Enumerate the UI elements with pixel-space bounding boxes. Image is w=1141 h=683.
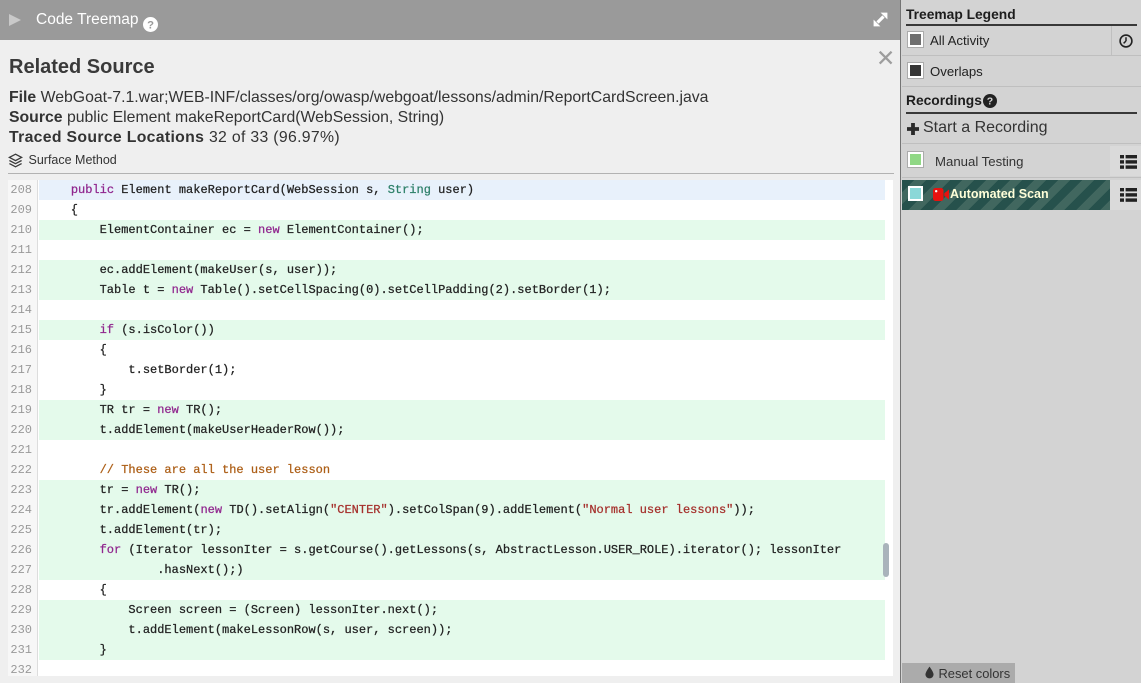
svg-text:?: ? — [147, 19, 154, 31]
svg-text:?: ? — [987, 95, 993, 107]
